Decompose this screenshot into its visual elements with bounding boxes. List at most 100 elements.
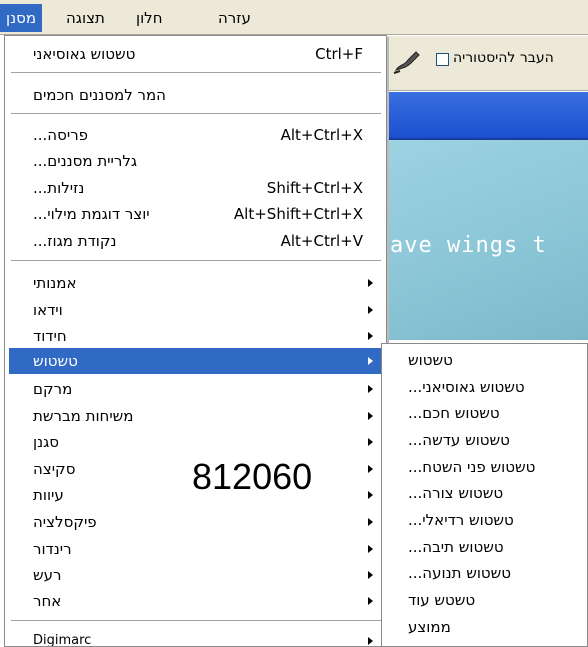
submenu-arrow-icon: [368, 385, 373, 393]
submenu-item-label: טשטוש: [408, 351, 453, 369]
options-toolbar: העבר להיסטוריה: [386, 36, 588, 91]
menu-item-shortcut: Alt+Ctrl+V: [280, 232, 363, 250]
submenu-arrow-icon: [368, 332, 373, 340]
history-checkbox[interactable]: [436, 53, 449, 66]
menu-item-sharpen[interactable]: חידוד: [9, 323, 383, 349]
menu-item-extract[interactable]: פריסה... Alt+Ctrl+X: [9, 122, 383, 148]
menu-item-label: פריסה...: [33, 126, 89, 144]
menu-item-label: Digimarc: [33, 633, 92, 646]
menu-item-label: נקודת מגוז...: [33, 232, 117, 250]
submenu-item-label: טשטש עוד: [408, 591, 476, 609]
submenu-item-blur-more[interactable]: טשטש עוד: [384, 587, 584, 613]
brush-icon[interactable]: [392, 46, 422, 76]
menu-item-stylize[interactable]: סגנן: [9, 429, 383, 455]
menu-item-pattern-maker[interactable]: יוצר דוגמת מילוי... Alt+Shift+Ctrl+X: [9, 201, 383, 227]
submenu-item-radial-blur[interactable]: טשטוש רדיאלי...: [384, 507, 584, 533]
menu-window[interactable]: חלון: [130, 4, 169, 32]
submenu-item-motion-blur[interactable]: טשטוש תנועה...: [384, 560, 584, 586]
menu-item-label: אחר: [33, 592, 62, 610]
submenu-item-label: טשטוש רדיאלי...: [408, 511, 514, 529]
menu-item-label: יוצר דוגמת מילוי...: [33, 205, 150, 223]
submenu-item-gaussian-blur[interactable]: טשטוש גאוסיאני...: [384, 374, 584, 400]
menu-item-artistic[interactable]: אמנותי: [9, 270, 383, 296]
document-titlebar[interactable]: [386, 92, 588, 140]
submenu-item-label: טשטוש תיבה...: [408, 538, 504, 556]
menu-item-liquify[interactable]: נזילות... Shift+Ctrl+X: [9, 175, 383, 201]
menu-item-label: רינדור: [33, 540, 72, 558]
menu-separator: [11, 72, 381, 74]
menu-item-label: עיוות: [33, 486, 64, 504]
menu-item-noise[interactable]: רעש: [9, 562, 383, 588]
submenu-item-label: טשטוש עדשה...: [408, 431, 510, 449]
menu-item-label: סקיצה: [33, 460, 76, 478]
menu-item-convert-smart-filters[interactable]: המר למסננים חכמים: [9, 82, 383, 108]
submenu-item-label: טשטוש חכם...: [408, 404, 500, 422]
menu-item-label: גלריית מסננים...: [33, 152, 138, 170]
menu-item-video[interactable]: וידאו: [9, 297, 383, 323]
menu-item-shortcut: Alt+Shift+Ctrl+X: [233, 205, 363, 223]
submenu-item-label: טשטוש פני השטח...: [408, 458, 536, 476]
submenu-arrow-icon: [368, 279, 373, 287]
menu-item-brush-strokes[interactable]: משיחות מברשת: [9, 403, 383, 429]
canvas-text: ave wings t: [390, 233, 547, 258]
history-checkbox-label: העבר להיסטוריה: [453, 50, 554, 66]
menu-separator: [11, 113, 381, 115]
menu-item-shortcut: Alt+Ctrl+X: [280, 126, 363, 144]
menu-bar: מסנן תצוגה חלון עזרה: [0, 0, 588, 35]
menu-item-label: וידאו: [33, 301, 63, 319]
submenu-arrow-icon: [368, 518, 373, 526]
menu-item-vanishing-point[interactable]: נקודת מגוז... Alt+Ctrl+V: [9, 228, 383, 254]
menu-filter[interactable]: מסנן: [0, 4, 43, 32]
submenu-item-shape-blur[interactable]: טשטוש צורה...: [384, 480, 584, 506]
menu-separator: [11, 620, 381, 622]
submenu-arrow-icon: [368, 545, 373, 553]
menu-item-label: טשטוש: [33, 352, 78, 370]
submenu-item-label: טשטוש גאוסיאני...: [408, 378, 525, 396]
submenu-arrow-icon: [368, 412, 373, 420]
submenu-arrow-icon: [368, 491, 373, 499]
filter-menu: טשטוש גאוסיאני Ctrl+F המר למסננים חכמים …: [4, 35, 387, 647]
menu-item-blur[interactable]: טשטוש: [9, 348, 383, 374]
blur-submenu: טשטוש טשטוש גאוסיאני... טשטוש חכם... טשט…: [381, 343, 588, 647]
overlay-number: 812060: [192, 456, 313, 497]
menu-item-shortcut: Ctrl+F: [315, 45, 363, 63]
menu-item-pixelate[interactable]: פיקסלציה: [9, 509, 383, 535]
menu-item-label: טשטוש גאוסיאני: [33, 45, 136, 63]
submenu-arrow-icon: [368, 465, 373, 473]
document-canvas[interactable]: ave wings t: [386, 140, 588, 340]
submenu-item-label: טשטוש צורה...: [408, 484, 504, 502]
menu-item-texture[interactable]: מרקם: [9, 376, 383, 402]
menu-item-filter-gallery[interactable]: גלריית מסננים...: [9, 148, 383, 174]
menu-item-label: מרקם: [33, 380, 73, 398]
menu-item-shortcut: Shift+Ctrl+X: [266, 179, 363, 197]
submenu-item-label: טשטוש תנועה...: [408, 564, 512, 582]
submenu-item-box-blur[interactable]: טשטוש תיבה...: [384, 534, 584, 560]
menu-item-other[interactable]: אחר: [9, 588, 383, 614]
submenu-arrow-icon: [368, 438, 373, 446]
menu-item-digimarc[interactable]: Digimarc: [9, 628, 383, 646]
submenu-item-smart-blur[interactable]: טשטוש חכם...: [384, 400, 584, 426]
submenu-item-blur[interactable]: טשטוש: [384, 347, 584, 373]
menu-separator: [11, 260, 381, 262]
menu-item-label: סגנן: [33, 433, 60, 451]
submenu-arrow-icon: [368, 571, 373, 579]
menu-item-render[interactable]: רינדור: [9, 536, 383, 562]
menu-item-label: משיחות מברשת: [33, 407, 134, 425]
menu-item-label: נזילות...: [33, 179, 85, 197]
menu-help[interactable]: עזרה: [212, 4, 257, 32]
submenu-arrow-icon: [368, 597, 373, 605]
submenu-arrow-icon: [368, 306, 373, 314]
submenu-item-lens-blur[interactable]: טשטוש עדשה...: [384, 427, 584, 453]
menu-item-label: המר למסננים חכמים: [33, 86, 166, 104]
menu-item-label: רעש: [33, 566, 62, 584]
submenu-item-average[interactable]: ממוצע: [384, 614, 584, 640]
submenu-item-label: ממוצע: [408, 618, 451, 636]
menu-item-last-filter[interactable]: טשטוש גאוסיאני Ctrl+F: [9, 41, 383, 67]
menu-item-label: פיקסלציה: [33, 513, 97, 531]
menu-item-label: חידוד: [33, 327, 67, 345]
submenu-arrow-icon: [368, 357, 373, 365]
menu-view[interactable]: תצוגה: [60, 4, 111, 32]
menu-item-label: אמנותי: [33, 274, 77, 292]
submenu-arrow-icon: [368, 637, 373, 645]
submenu-item-surface-blur[interactable]: טשטוש פני השטח...: [384, 454, 584, 480]
